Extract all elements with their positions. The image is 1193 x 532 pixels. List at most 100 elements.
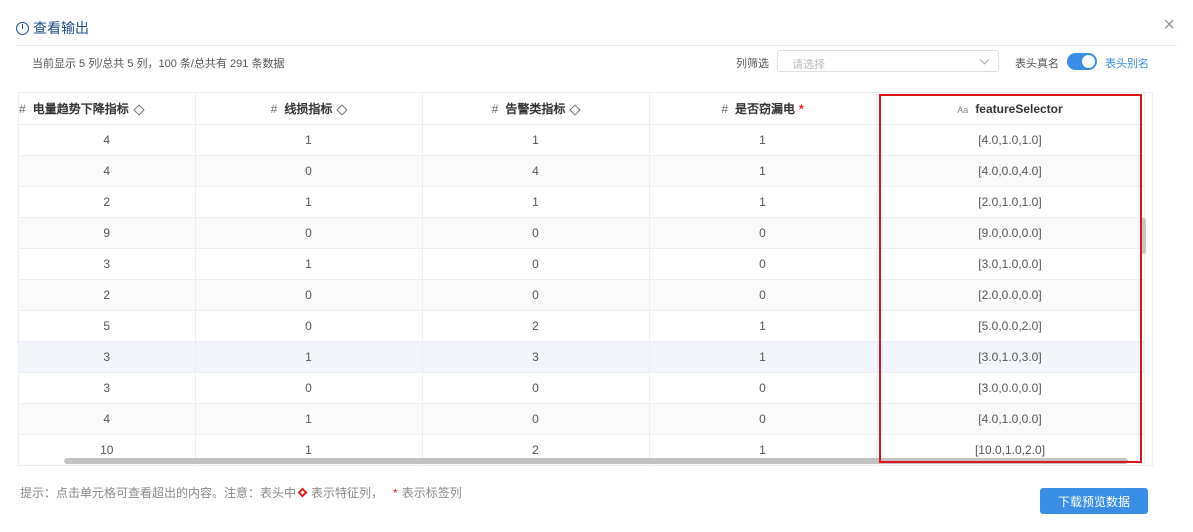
clock-icon xyxy=(16,21,29,35)
download-preview-button[interactable]: 下载预览数据 xyxy=(1040,488,1148,514)
column-header-label: 是否窃漏电 xyxy=(735,102,796,116)
table-cell[interactable]: [4.0,1.0,1.0] xyxy=(876,124,1145,156)
table-cell[interactable]: 1 xyxy=(195,186,423,218)
column-header[interactable]: # 告警类指标 xyxy=(422,93,650,125)
toggle-knob xyxy=(1082,55,1095,68)
table-cell[interactable]: 2 xyxy=(19,186,196,218)
table-row[interactable]: 4 1 1 1 [4.0,1.0,1.0] xyxy=(19,124,1145,156)
feature-column-icon xyxy=(569,104,582,116)
table-cell[interactable]: 0 xyxy=(422,403,650,435)
table-cell[interactable]: [3.0,1.0,0.0] xyxy=(876,248,1145,280)
table-cell[interactable]: 0 xyxy=(195,279,423,311)
table-cell[interactable]: 0 xyxy=(195,372,423,404)
table-row[interactable]: 2 0 0 0 [2.0,0.0,0.0] xyxy=(19,279,1145,311)
chevron-down-icon xyxy=(979,54,990,65)
numeric-type-icon: # xyxy=(721,102,728,116)
table-cell[interactable]: 0 xyxy=(422,372,650,404)
column-filter-select[interactable]: 请选择 xyxy=(777,50,999,72)
numeric-type-icon: # xyxy=(270,102,278,116)
vertical-scrollbar[interactable] xyxy=(1141,218,1146,254)
table-cell[interactable]: 4 xyxy=(19,155,196,187)
table-cell[interactable]: [2.0,0.0,0.0] xyxy=(876,279,1145,311)
table-cell[interactable]: 1 xyxy=(649,124,877,156)
table-cell[interactable]: [2.0,1.0,1.0] xyxy=(876,186,1145,218)
table-cell[interactable]: 1 xyxy=(195,124,423,156)
table-cell[interactable]: 3 xyxy=(422,341,650,373)
table-cell[interactable]: 1 xyxy=(422,186,650,218)
table-cell[interactable]: 1 xyxy=(195,403,423,435)
table-cell[interactable]: 9 xyxy=(19,217,196,249)
table-cell[interactable]: [3.0,0.0,0.0] xyxy=(876,372,1145,404)
column-header-label: featureSelector xyxy=(975,101,1063,116)
table-cell[interactable]: 0 xyxy=(422,248,650,280)
table-cell[interactable]: 1 xyxy=(422,124,650,156)
table-cell[interactable]: 3 xyxy=(19,248,196,280)
column-header-label: 电量趋势下降指标 xyxy=(32,102,129,116)
table-cell[interactable]: 2 xyxy=(422,310,650,342)
dialog-title: 查看输出 xyxy=(16,16,89,40)
table-body: 4 1 1 1 [4.0,1.0,1.0] 4 0 4 1 [4.0,0.0,4.0] 2 1 1 1 [2… xyxy=(19,124,1145,465)
table-cell[interactable]: 2 xyxy=(19,279,196,311)
table-cell[interactable]: 0 xyxy=(195,217,423,249)
tip-feature: 表示特征列， xyxy=(311,486,384,500)
table-cell[interactable]: 3 xyxy=(19,372,196,404)
table-cell[interactable]: 0 xyxy=(649,248,877,280)
table-cell[interactable]: 4 xyxy=(19,403,196,435)
table-cell[interactable]: 3 xyxy=(19,341,196,373)
column-filter-placeholder: 请选择 xyxy=(792,59,825,71)
column-header[interactable]: Aa featureSelector xyxy=(876,93,1145,125)
table-row[interactable]: 4 1 0 0 [4.0,1.0,0.0] xyxy=(19,403,1145,435)
table-cell[interactable]: [4.0,0.0,4.0] xyxy=(876,155,1145,187)
table-row[interactable]: 3 1 3 1 [3.0,1.0,3.0] xyxy=(19,341,1145,373)
table-cell[interactable]: 4 xyxy=(422,155,650,187)
table-cell[interactable]: [9.0,0.0,0.0] xyxy=(876,217,1145,249)
label-marker-icon: * xyxy=(393,486,398,500)
feature-column-icon xyxy=(336,104,349,116)
column-header-label: 线损指标 xyxy=(284,102,333,116)
table-row[interactable]: 4 0 4 1 [4.0,0.0,4.0] xyxy=(19,155,1145,187)
table-cell[interactable]: 1 xyxy=(195,248,423,280)
table-cell[interactable]: 1 xyxy=(649,186,877,218)
table-cell[interactable]: 0 xyxy=(649,279,877,311)
table-cell[interactable]: 0 xyxy=(422,279,650,311)
table-row[interactable]: 3 0 0 0 [3.0,0.0,0.0] xyxy=(19,372,1145,404)
table-cell[interactable]: 0 xyxy=(649,372,877,404)
text-type-icon: Aa xyxy=(957,104,969,115)
output-table: # 电量趋势下降指标 # 线损指标 # 告警类指标 # 是否窃漏电 * Aa featureSele… xyxy=(18,92,1153,466)
table-cell[interactable]: 0 xyxy=(422,217,650,249)
numeric-type-icon: # xyxy=(19,102,26,116)
table-cell[interactable]: 5 xyxy=(19,310,196,342)
numeric-type-icon: # xyxy=(491,102,499,116)
close-icon[interactable]: × xyxy=(1163,14,1175,36)
table-cell[interactable]: [4.0,1.0,0.0] xyxy=(876,403,1145,435)
label-column-icon: * xyxy=(799,102,804,116)
table-row[interactable]: 2 1 1 1 [2.0,1.0,1.0] xyxy=(19,186,1145,218)
table-row[interactable]: 3 1 0 0 [3.0,1.0,0.0] xyxy=(19,248,1145,280)
table-cell[interactable]: 0 xyxy=(195,310,423,342)
table-cell[interactable]: 1 xyxy=(649,341,877,373)
alias-label[interactable]: 表头别名 xyxy=(1105,55,1149,71)
header-name-toggle[interactable] xyxy=(1067,53,1097,70)
table-cell[interactable]: 1 xyxy=(649,310,877,342)
column-header[interactable]: # 电量趋势下降指标 xyxy=(19,93,196,125)
table-header-row: # 电量趋势下降指标 # 线损指标 # 告警类指标 # 是否窃漏电 * Aa featureSele… xyxy=(19,93,1145,125)
table-cell[interactable]: 0 xyxy=(649,403,877,435)
table-cell[interactable]: 0 xyxy=(195,155,423,187)
tip-text: 提示：点击单元格可查看超出的内容。注意：表头中 表示特征列， * 表示标签列 xyxy=(20,484,462,501)
column-filter-label: 列筛选 xyxy=(736,58,769,70)
horizontal-scrollbar[interactable] xyxy=(64,458,1128,464)
column-header[interactable]: # 是否窃漏电 * xyxy=(649,93,877,125)
table-row[interactable]: 5 0 2 1 [5.0,0.0,2.0] xyxy=(19,310,1145,342)
table-cell[interactable]: 0 xyxy=(649,217,877,249)
data-info-text: 当前显示 5 列/总共 5 列，100 条/总共有 291 条数据 xyxy=(32,58,285,70)
table-cell[interactable]: 1 xyxy=(649,155,877,187)
column-header[interactable]: # 线损指标 xyxy=(195,93,423,125)
table-cell[interactable]: 4 xyxy=(19,124,196,156)
table-cell[interactable]: [3.0,1.0,3.0] xyxy=(876,341,1145,373)
feature-column-icon xyxy=(133,104,145,116)
real-name-label[interactable]: 表头真名 xyxy=(1015,55,1059,71)
feature-marker-icon xyxy=(297,487,308,498)
table-row[interactable]: 9 0 0 0 [9.0,0.0,0.0] xyxy=(19,217,1145,249)
table-cell[interactable]: 1 xyxy=(195,341,423,373)
table-cell[interactable]: [5.0,0.0,2.0] xyxy=(876,310,1145,342)
